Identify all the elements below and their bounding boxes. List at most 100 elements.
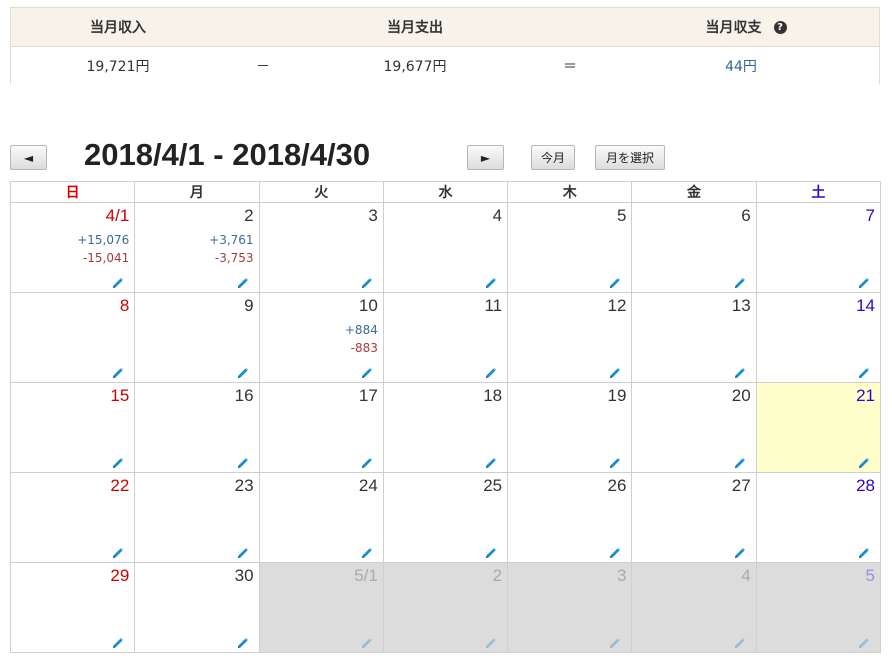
- pencil-icon[interactable]: [361, 634, 373, 648]
- pencil-icon[interactable]: [858, 634, 870, 648]
- pencil-icon[interactable]: [858, 274, 870, 288]
- calendar-day-cell[interactable]: 4: [382, 202, 509, 293]
- monthly-summary: 当月収入 当月支出 当月収支 ? 19,721円 － 19,677円 ＝ 44円: [10, 7, 880, 84]
- pencil-icon[interactable]: [112, 454, 124, 468]
- pencil-icon[interactable]: [734, 634, 746, 648]
- select-month-button[interactable]: 月を選択: [595, 145, 665, 170]
- pencil-icon[interactable]: [112, 364, 124, 378]
- question-circle-icon[interactable]: ?: [773, 20, 787, 34]
- pencil-icon[interactable]: [609, 634, 621, 648]
- pencil-icon[interactable]: [609, 454, 621, 468]
- balance-label: 当月収支: [705, 20, 762, 36]
- pencil-icon[interactable]: [361, 274, 373, 288]
- pencil-icon[interactable]: [858, 544, 870, 558]
- calendar-day-cell[interactable]: 5/1: [258, 562, 384, 653]
- calendar-day-cell[interactable]: 28: [755, 472, 882, 563]
- pencil-icon[interactable]: [609, 544, 621, 558]
- pencil-icon[interactable]: [112, 634, 124, 648]
- weekday-sun: 日: [9, 181, 136, 203]
- calendar-day-cell[interactable]: 5: [755, 562, 882, 653]
- pencil-icon[interactable]: [112, 544, 124, 558]
- income-label: 当月収入: [90, 20, 146, 36]
- calendar-day-cell[interactable]: 2 +3,761 -3,753: [134, 202, 260, 293]
- calendar-day-cell[interactable]: 4/1 +15,076 -15,041: [9, 202, 136, 293]
- next-month-button[interactable]: ►: [467, 145, 504, 170]
- calendar-day-cell[interactable]: 21: [755, 382, 882, 473]
- calendar-day-cell[interactable]: 4: [631, 562, 757, 653]
- pencil-icon[interactable]: [485, 544, 497, 558]
- day-number: 16: [234, 386, 254, 405]
- pencil-icon[interactable]: [609, 364, 621, 378]
- calendar-day-cell[interactable]: 3: [258, 202, 384, 293]
- calendar-day-cell[interactable]: 16: [134, 382, 260, 473]
- calendar-day-cell[interactable]: 29: [9, 562, 136, 653]
- pencil-icon[interactable]: [485, 364, 497, 378]
- calendar-day-cell[interactable]: 27: [631, 472, 757, 563]
- day-number: 4/1: [105, 206, 130, 225]
- minus-sign: －: [256, 58, 270, 75]
- pencil-icon[interactable]: [237, 634, 249, 648]
- pencil-icon[interactable]: [858, 454, 870, 468]
- pencil-icon[interactable]: [237, 544, 249, 558]
- calendar-day-cell[interactable]: 25: [382, 472, 509, 563]
- pencil-icon[interactable]: [361, 364, 373, 378]
- day-number: 8: [119, 296, 130, 315]
- pencil-icon[interactable]: [237, 364, 249, 378]
- day-number: 3: [368, 206, 378, 225]
- calendar-day-cell[interactable]: 3: [507, 562, 633, 653]
- pencil-icon[interactable]: [237, 274, 249, 288]
- calendar-day-cell[interactable]: 7: [755, 202, 882, 293]
- pencil-icon[interactable]: [858, 364, 870, 378]
- calendar-day-cell[interactable]: 11: [382, 292, 509, 383]
- day-number: 21: [856, 386, 875, 405]
- calendar-day-cell[interactable]: 18: [382, 382, 509, 473]
- day-number: 19: [607, 386, 627, 405]
- calendar-grid: 日月火水木金土 4/1 +15,076 -15,041 2 +3,761 -3,753 3 4…: [9, 181, 882, 653]
- pencil-icon[interactable]: [734, 454, 746, 468]
- calendar-day-cell[interactable]: 5: [507, 202, 633, 293]
- calendar-day-cell[interactable]: 19: [507, 382, 633, 473]
- day-number: 14: [856, 296, 875, 315]
- pencil-icon[interactable]: [361, 454, 373, 468]
- pencil-icon[interactable]: [485, 634, 497, 648]
- day-number: 23: [234, 476, 254, 495]
- weekday-sat: 土: [755, 181, 882, 203]
- expense-label: 当月支出: [387, 20, 443, 36]
- weekday-fri: 金: [631, 181, 757, 203]
- calendar-day-cell[interactable]: 24: [258, 472, 384, 563]
- pencil-icon[interactable]: [237, 454, 249, 468]
- calendar-day-cell[interactable]: 23: [134, 472, 260, 563]
- day-income: +3,761: [209, 233, 254, 247]
- calendar-day-cell[interactable]: 6: [631, 202, 757, 293]
- prev-month-button[interactable]: ◄: [10, 145, 47, 170]
- calendar-day-cell[interactable]: 2: [382, 562, 509, 653]
- date-range-title: 2018/4/1 - 2018/4/30: [84, 137, 371, 172]
- weekday-tue: 火: [258, 181, 384, 203]
- pencil-icon[interactable]: [485, 274, 497, 288]
- pencil-icon[interactable]: [609, 274, 621, 288]
- day-number: 20: [731, 386, 751, 405]
- income-value: 19,721円: [86, 58, 150, 75]
- calendar-day-cell[interactable]: 12: [507, 292, 633, 383]
- pencil-icon[interactable]: [734, 274, 746, 288]
- calendar-day-cell[interactable]: 8: [9, 292, 136, 383]
- calendar-day-cell[interactable]: 13: [631, 292, 757, 383]
- pencil-icon[interactable]: [112, 274, 124, 288]
- calendar-day-cell[interactable]: 9: [134, 292, 260, 383]
- calendar-day-cell[interactable]: 22: [9, 472, 136, 563]
- this-month-button[interactable]: 今月: [531, 145, 575, 170]
- day-number: 13: [731, 296, 751, 315]
- calendar-day-cell[interactable]: 20: [631, 382, 757, 473]
- pencil-icon[interactable]: [485, 454, 497, 468]
- calendar-day-cell[interactable]: 30: [134, 562, 260, 653]
- pencil-icon[interactable]: [361, 544, 373, 558]
- day-number: 7: [865, 206, 875, 225]
- calendar-day-cell[interactable]: 10 +884 -883: [258, 292, 384, 383]
- calendar-day-cell[interactable]: 26: [507, 472, 633, 563]
- pencil-icon[interactable]: [734, 364, 746, 378]
- calendar-day-cell[interactable]: 14: [755, 292, 882, 383]
- calendar-day-cell[interactable]: 15: [9, 382, 136, 473]
- calendar-day-cell[interactable]: 17: [258, 382, 384, 473]
- pencil-icon[interactable]: [734, 544, 746, 558]
- calendar-week-row: 8 9 10 +884 -883 11 12 13 14: [9, 292, 882, 383]
